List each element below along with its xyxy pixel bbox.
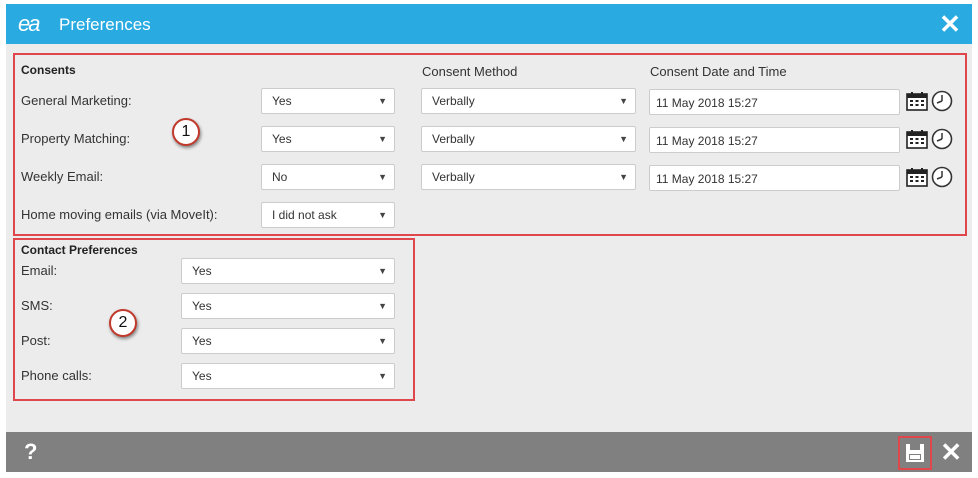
general-marketing-select[interactable]: Yes ▼ bbox=[261, 88, 395, 114]
general-marketing-method-select[interactable]: Verbally ▼ bbox=[421, 88, 636, 114]
weekly-email-select[interactable]: No ▼ bbox=[261, 164, 395, 190]
contact-preferences-heading: Contact Preferences bbox=[21, 243, 138, 257]
annotation-badge-1: 1 bbox=[172, 118, 200, 146]
weekly-email-datetime-value: 11 May 2018 15:27 bbox=[656, 172, 758, 186]
dropdown-arrow-icon: ▼ bbox=[378, 96, 387, 106]
property-matching-datetime-value: 11 May 2018 15:27 bbox=[656, 134, 758, 148]
close-icon[interactable]: ✕ bbox=[940, 439, 962, 465]
email-pref-label: Email: bbox=[21, 263, 58, 278]
general-marketing-value: Yes bbox=[272, 94, 292, 108]
home-moving-emails-value: I did not ask bbox=[272, 208, 337, 222]
sms-pref-label: SMS: bbox=[21, 298, 53, 313]
save-button[interactable] bbox=[898, 436, 932, 470]
window-title: Preferences bbox=[59, 15, 151, 34]
weekly-email-datetime-field[interactable]: 11 May 2018 15:27 bbox=[649, 165, 900, 191]
property-matching-value: Yes bbox=[272, 132, 292, 146]
property-matching-select[interactable]: Yes ▼ bbox=[261, 126, 395, 152]
post-pref-select[interactable]: Yes ▼ bbox=[181, 328, 395, 354]
property-matching-label: Property Matching: bbox=[21, 131, 131, 146]
phone-calls-pref-label: Phone calls: bbox=[21, 368, 92, 383]
dropdown-arrow-icon: ▼ bbox=[619, 96, 628, 106]
general-marketing-datetime-field[interactable]: 11 May 2018 15:27 bbox=[649, 89, 900, 115]
dropdown-arrow-icon: ▼ bbox=[378, 371, 387, 381]
home-moving-emails-select[interactable]: I did not ask ▼ bbox=[261, 202, 395, 228]
post-pref-value: Yes bbox=[192, 334, 212, 348]
app-logo: ea bbox=[18, 11, 41, 36]
home-moving-emails-label: Home moving emails (via MoveIt): bbox=[21, 207, 218, 222]
dropdown-arrow-icon: ▼ bbox=[378, 266, 387, 276]
dropdown-arrow-icon: ▼ bbox=[378, 210, 387, 220]
close-icon[interactable]: ✕ bbox=[938, 11, 962, 37]
dropdown-arrow-icon: ▼ bbox=[378, 172, 387, 182]
save-icon bbox=[906, 444, 924, 462]
property-matching-method-value: Verbally bbox=[432, 132, 475, 146]
calendar-icon[interactable] bbox=[906, 129, 928, 149]
dropdown-arrow-icon: ▼ bbox=[619, 172, 628, 182]
weekly-email-label: Weekly Email: bbox=[21, 169, 104, 184]
post-pref-label: Post: bbox=[21, 333, 51, 348]
sms-pref-select[interactable]: Yes ▼ bbox=[181, 293, 395, 319]
sms-pref-value: Yes bbox=[192, 299, 212, 313]
property-matching-datetime-field[interactable]: 11 May 2018 15:27 bbox=[649, 127, 900, 153]
phone-calls-pref-select[interactable]: Yes ▼ bbox=[181, 363, 395, 389]
calendar-icon[interactable] bbox=[906, 167, 928, 187]
annotation-badge-2: 2 bbox=[109, 309, 137, 337]
consent-datetime-header: Consent Date and Time bbox=[650, 64, 787, 79]
clock-icon[interactable] bbox=[931, 128, 953, 150]
dropdown-arrow-icon: ▼ bbox=[378, 336, 387, 346]
property-matching-method-select[interactable]: Verbally ▼ bbox=[421, 126, 636, 152]
title-bar: ea Preferences ✕ bbox=[6, 4, 972, 44]
clock-icon[interactable] bbox=[931, 90, 953, 112]
general-marketing-label: General Marketing: bbox=[21, 93, 132, 108]
email-pref-select[interactable]: Yes ▼ bbox=[181, 258, 395, 284]
dropdown-arrow-icon: ▼ bbox=[619, 134, 628, 144]
dropdown-arrow-icon: ▼ bbox=[378, 134, 387, 144]
footer-bar: ? ✕ bbox=[6, 432, 972, 472]
weekly-email-method-value: Verbally bbox=[432, 170, 475, 184]
phone-calls-pref-value: Yes bbox=[192, 369, 212, 383]
consents-heading: Consents bbox=[21, 63, 76, 77]
weekly-email-method-select[interactable]: Verbally ▼ bbox=[421, 164, 636, 190]
help-button[interactable]: ? bbox=[24, 440, 37, 464]
clock-icon[interactable] bbox=[931, 166, 953, 188]
consent-method-header: Consent Method bbox=[422, 64, 518, 79]
email-pref-value: Yes bbox=[192, 264, 212, 278]
dropdown-arrow-icon: ▼ bbox=[378, 301, 387, 311]
weekly-email-value: No bbox=[272, 170, 288, 184]
general-marketing-datetime-value: 11 May 2018 15:27 bbox=[656, 96, 758, 110]
general-marketing-method-value: Verbally bbox=[432, 94, 475, 108]
calendar-icon[interactable] bbox=[906, 91, 928, 111]
